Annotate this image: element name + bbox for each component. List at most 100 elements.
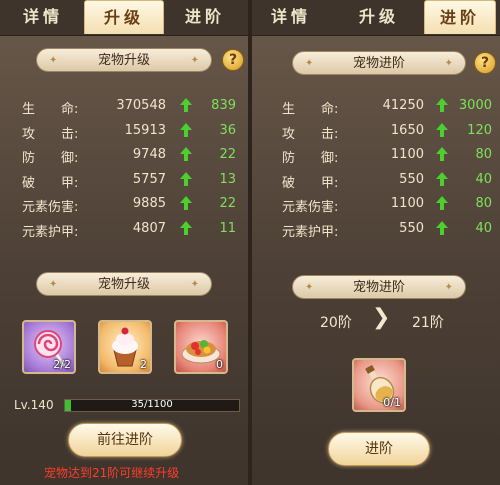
stat-value: 1100 (390, 196, 424, 211)
stat-list: 生 命: 41250 3000 攻 击: 1650 120 防 御: 1100 … (252, 94, 500, 241)
tab-bar: 详情 升级 进阶 (252, 0, 500, 36)
stat-value: 15913 (124, 122, 166, 138)
stat-list: 生 命: 370548 839 攻 击: 15913 36 防 御: 9748 … (0, 94, 248, 241)
stat-name: 元素护甲: (22, 224, 79, 240)
sparkle-icon: ✦ (444, 282, 453, 293)
up-arrow-icon (180, 196, 192, 210)
sparkle-icon: ✦ (444, 58, 453, 69)
banner-title: 宠物升级 (97, 53, 150, 68)
stat-value: 4807 (132, 220, 166, 236)
stat-value: 9748 (132, 147, 166, 162)
upgrade-warning: 宠物达到21阶可继续升级 (44, 466, 180, 480)
level-label: Lv.140 (14, 398, 54, 412)
stat-name: 防 御: (282, 151, 339, 166)
banner-title: 宠物进阶 (352, 56, 405, 71)
up-arrow-icon (180, 122, 192, 137)
stat-increase: 13 (219, 171, 236, 187)
section-banner: ✦ 宠物进阶 ✦ (292, 275, 466, 299)
item-slot-lollipop[interactable]: 2/2 (22, 320, 76, 374)
stat-increase: 839 (211, 98, 236, 113)
item-slot-potion[interactable]: 0/1 (352, 358, 406, 412)
stat-name: 破 甲: (282, 175, 339, 191)
sparkle-icon: ✦ (305, 282, 314, 293)
goto-advance-button[interactable]: 前往进阶 (68, 423, 182, 457)
stat-name: 防 御: (22, 151, 79, 166)
stat-row: 攻 击: 1650 120 (252, 119, 500, 144)
stat-name: 生 命: (22, 102, 79, 117)
stat-name: 元素伤害: (282, 200, 339, 215)
stat-row: 防 御: 1100 80 (252, 143, 500, 168)
up-arrow-icon (180, 220, 192, 235)
sparkle-icon: ✦ (49, 55, 58, 66)
tab-details[interactable]: 详情 (8, 0, 78, 34)
stat-row: 元素伤害: 1100 80 (252, 192, 500, 217)
up-arrow-icon (180, 171, 192, 186)
stat-increase: 11 (219, 220, 236, 236)
stat-row: 防 御: 9748 22 (0, 143, 248, 168)
stat-increase: 3000 (458, 98, 492, 113)
stat-value: 370548 (116, 98, 166, 113)
stat-row: 破 甲: 5757 13 (0, 168, 248, 193)
stat-row: 元素护甲: 4807 11 (0, 217, 248, 242)
stat-increase: 36 (219, 122, 236, 138)
help-icon[interactable]: ? (222, 49, 244, 71)
stat-increase: 40 (475, 220, 492, 236)
upgrade-panel: 详情 升级 进阶 ✦ 宠物升级 ✦ ? 生 命: 370548 839 攻 击:… (0, 0, 248, 485)
tab-upgrade[interactable]: 升级 (84, 0, 164, 34)
stat-value: 9885 (132, 196, 166, 211)
banner-title: 宠物进阶 (352, 280, 405, 295)
stage-from: 20阶 (320, 315, 352, 331)
tab-details[interactable]: 详情 (256, 0, 326, 34)
chevron-right-icon: ❯ (372, 305, 391, 330)
item-count: 0 (216, 358, 223, 371)
stat-increase: 120 (467, 122, 492, 138)
stat-value: 550 (399, 171, 424, 187)
stat-value: 1650 (390, 122, 424, 138)
up-arrow-icon (436, 220, 448, 235)
banner-title: 宠物升级 (97, 277, 150, 292)
stat-row: 攻 击: 15913 36 (0, 119, 248, 144)
help-icon[interactable]: ? (474, 52, 496, 74)
sparkle-icon: ✦ (190, 55, 199, 66)
tab-upgrade[interactable]: 升级 (344, 0, 414, 34)
item-slot-fruit-tart[interactable]: 0 (174, 320, 228, 374)
up-arrow-icon (436, 147, 448, 161)
section-banner: ✦ 宠物升级 ✦ (36, 48, 212, 72)
up-arrow-icon (436, 98, 448, 112)
section-banner: ✦ 宠物升级 ✦ (36, 272, 212, 296)
sparkle-icon: ✦ (49, 279, 58, 290)
tab-bar: 详情 升级 进阶 (0, 0, 248, 36)
advance-panel: 详情 升级 进阶 ✦ 宠物进阶 ✦ ? 生 命: 41250 3000 攻 击:… (252, 0, 500, 485)
stat-increase: 40 (475, 171, 492, 187)
stat-value: 5757 (132, 171, 166, 187)
up-arrow-icon (436, 171, 448, 186)
stat-value: 1100 (390, 147, 424, 162)
tab-advance[interactable]: 进阶 (170, 0, 240, 34)
stat-increase: 22 (219, 196, 236, 211)
advance-button[interactable]: 进阶 (328, 432, 430, 466)
up-arrow-icon (180, 98, 192, 112)
stat-name: 攻 击: (282, 126, 339, 142)
item-count: 2 (140, 358, 147, 371)
item-count: 0/1 (383, 396, 401, 409)
stat-name: 元素伤害: (22, 200, 79, 215)
section-banner: ✦ 宠物进阶 ✦ (292, 51, 466, 75)
stat-row: 元素护甲: 550 40 (252, 217, 500, 242)
stat-value: 550 (399, 220, 424, 236)
stat-value: 41250 (382, 98, 424, 113)
stat-name: 破 甲: (22, 175, 79, 191)
xp-text: 35/1100 (131, 399, 173, 410)
stage-to: 21阶 (412, 315, 444, 331)
sparkle-icon: ✦ (305, 58, 314, 69)
sparkle-icon: ✦ (190, 279, 199, 290)
stat-increase: 80 (475, 147, 492, 162)
tab-advance[interactable]: 进阶 (424, 0, 496, 34)
up-arrow-icon (436, 122, 448, 137)
up-arrow-icon (436, 196, 448, 210)
xp-bar: 35/1100 (64, 399, 240, 412)
item-slot-cupcake[interactable]: 2 (98, 320, 152, 374)
stat-row: 元素伤害: 9885 22 (0, 192, 248, 217)
up-arrow-icon (180, 147, 192, 161)
stat-row: 生 命: 41250 3000 (252, 94, 500, 119)
stat-name: 攻 击: (22, 126, 79, 142)
